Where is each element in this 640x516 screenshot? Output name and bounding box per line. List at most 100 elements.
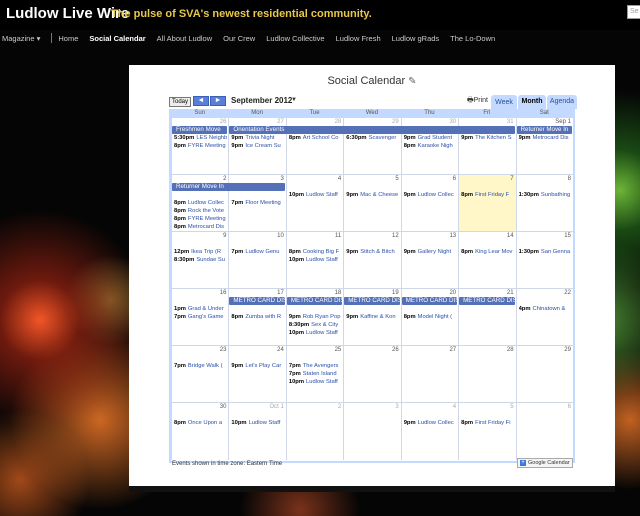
day-number[interactable]: 23 (220, 347, 227, 353)
calendar-event[interactable]: 8pm Model Night ( (404, 313, 457, 321)
day-cell[interactable]: 29 (515, 346, 573, 403)
day-number[interactable]: 26 (220, 119, 227, 125)
day-number[interactable]: 29 (564, 347, 571, 353)
day-cell[interactable]: Oct 1 (228, 403, 285, 460)
day-number[interactable]: 11 (335, 233, 341, 239)
calendar-event[interactable]: 1:30pm San Genna (519, 248, 572, 256)
day-cell[interactable]: 4 (285, 175, 343, 232)
day-number[interactable]: 8 (568, 176, 571, 182)
day-cell[interactable]: 13 (400, 232, 458, 289)
calendar-event[interactable]: 7pm Bridge Walk ( (174, 362, 227, 370)
calendar-event[interactable]: 9pm Ludlow Collec (404, 419, 457, 427)
day-number[interactable]: 3 (281, 176, 284, 182)
day-number[interactable]: 20 (449, 290, 456, 296)
day-number[interactable]: 18 (335, 290, 342, 296)
day-cell[interactable]: 30 (171, 403, 228, 460)
day-cell[interactable]: 4 (400, 403, 458, 460)
calendar-event[interactable]: 8pm First Friday F (461, 191, 514, 199)
day-cell[interactable]: 12 (343, 232, 400, 289)
calendar-event[interactable]: 8pm Zumba with R (231, 313, 284, 321)
day-number[interactable]: 27 (449, 347, 456, 353)
calendar-event[interactable]: 4pm Chinatown & (519, 305, 572, 313)
day-number[interactable]: 12 (392, 233, 399, 239)
day-number[interactable]: 15 (564, 233, 571, 239)
calendar-event[interactable]: 9pm Trivia Night (231, 134, 284, 142)
calendar-event[interactable]: 8pm King Lear Mov (461, 248, 514, 256)
calendar-event[interactable]: 10pm Ludlow Staff (289, 329, 342, 337)
all-day-event[interactable]: METRO CARD DIS (229, 297, 285, 305)
calendar-event[interactable]: 6:30pm Scavenger (346, 134, 399, 142)
calendar-event[interactable]: 8pm First Friday Fi (461, 419, 514, 427)
day-cell[interactable]: 5 (343, 175, 400, 232)
all-day-event[interactable]: Orientation Events (229, 126, 515, 134)
calendar-event[interactable]: 7pm Gang's Game (174, 313, 227, 321)
calendar-event[interactable]: 10pm Ludlow Staff (289, 378, 342, 386)
day-number[interactable]: 17 (277, 290, 284, 296)
chevron-down-icon[interactable]: ▼ (291, 97, 297, 103)
day-number[interactable]: 14 (507, 233, 514, 239)
day-number[interactable]: 10 (277, 233, 284, 239)
calendar-event[interactable]: 8:30pm Sex & City (289, 321, 342, 329)
day-number[interactable]: 31 (507, 119, 514, 125)
day-number[interactable]: 7 (510, 176, 513, 182)
calendar-event[interactable]: 9pm The Kitchen S (461, 134, 514, 142)
day-number[interactable]: 5 (395, 176, 398, 182)
tab-month[interactable]: Month (518, 95, 546, 109)
nav-item-the-lo-down[interactable]: The Lo-Down (450, 34, 495, 43)
day-cell[interactable]: 24 (228, 346, 285, 403)
calendar-event[interactable]: 8pm Cooking Big F (289, 248, 342, 256)
calendar-event[interactable]: 7pm Floor Meeting (231, 199, 284, 207)
day-number[interactable]: 22 (564, 290, 571, 296)
day-number[interactable]: 2 (223, 176, 226, 182)
today-button[interactable]: Today (169, 97, 192, 107)
tab-agenda[interactable]: Agenda (547, 95, 577, 109)
calendar-event[interactable]: 9pm Rob Ryan Pop (289, 313, 342, 321)
nav-item-social-calendar[interactable]: Social Calendar (89, 34, 145, 43)
calendar-event[interactable]: 8pm Ludlow Collec (174, 199, 227, 207)
all-day-event[interactable]: METRO CARD DIS (459, 297, 515, 305)
day-cell[interactable]: 28 (458, 346, 515, 403)
calendar-event[interactable]: 8pm Rock the Vote (174, 207, 227, 215)
calendar-event[interactable]: 5:30pm LES Neighb (174, 134, 227, 142)
day-number[interactable]: 30 (220, 404, 227, 410)
day-number[interactable]: 6 (568, 404, 571, 410)
day-number[interactable]: 21 (507, 290, 514, 296)
calendar-event[interactable]: 9pm Mac & Cheese (346, 191, 399, 199)
day-number[interactable]: 2 (338, 404, 341, 410)
day-number[interactable]: 24 (277, 347, 284, 353)
calendar-event[interactable]: 9pm Metrocard Dis (519, 134, 572, 142)
next-month-button[interactable]: ► (210, 96, 226, 106)
day-number[interactable]: 4 (453, 404, 456, 410)
calendar-event[interactable]: 9pm Stitch & Bitch (346, 248, 399, 256)
nav-item-magazine[interactable]: Magazine ▾ (0, 34, 40, 43)
calendar-event[interactable]: 7pm Ludlow Genu (231, 248, 284, 256)
day-number[interactable]: 25 (335, 347, 342, 353)
nav-item-ludlow-collective[interactable]: Ludlow Collective (266, 34, 324, 43)
day-number[interactable]: Sep 1 (555, 119, 571, 125)
day-cell[interactable]: 6 (400, 175, 458, 232)
prev-month-button[interactable]: ◄ (193, 96, 209, 106)
calendar-event[interactable]: 8pm Once Upon a (174, 419, 227, 427)
calendar-event[interactable]: 10pm Ludlow Staff (289, 256, 342, 264)
day-number[interactable]: 16 (220, 290, 227, 296)
calendar-event[interactable]: 8pm FYRE Meeting (174, 142, 227, 150)
nav-item-all-about-ludlow[interactable]: All About Ludlow (157, 34, 212, 43)
day-cell[interactable]: 2 (285, 403, 343, 460)
day-cell[interactable]: 10 (228, 232, 285, 289)
day-number[interactable]: Oct 1 (270, 404, 284, 410)
all-day-event[interactable]: Freshmen Move (172, 126, 228, 134)
calendar-event[interactable]: 8pm Art School Co (289, 134, 342, 142)
day-cell[interactable]: 23 (171, 346, 228, 403)
calendar-event[interactable]: 8pm FYRE Meeting (174, 215, 227, 223)
day-number[interactable]: 5 (510, 404, 513, 410)
day-number[interactable]: 9 (223, 233, 226, 239)
search-input[interactable]: Se (627, 5, 640, 19)
day-cell[interactable]: 15 (515, 232, 573, 289)
calendar-event[interactable]: 8:30pm Sundae Su (174, 256, 227, 264)
day-number[interactable]: 30 (449, 119, 456, 125)
day-cell[interactable]: 26 (343, 346, 400, 403)
day-number[interactable]: 19 (392, 290, 399, 296)
day-number[interactable]: 6 (453, 176, 456, 182)
day-number[interactable]: 28 (507, 347, 514, 353)
day-number[interactable]: 13 (449, 233, 456, 239)
